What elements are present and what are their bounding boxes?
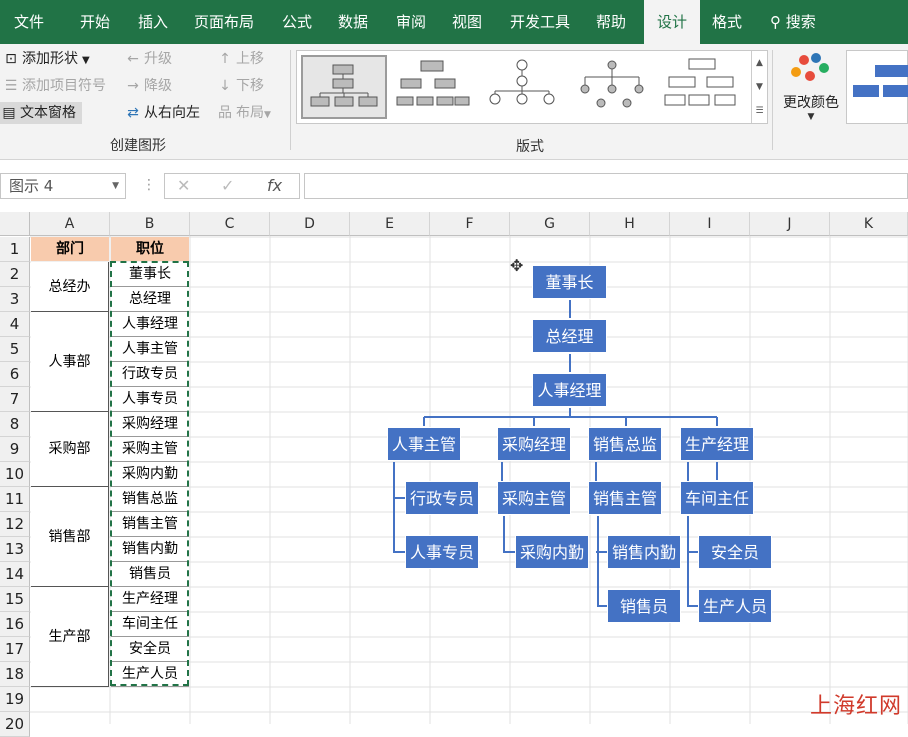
arrow-left-icon: ←: [124, 48, 142, 70]
tab-home[interactable]: 开始: [80, 0, 110, 44]
org-node-sales-clerk[interactable]: 销售内勤: [607, 535, 681, 569]
formula-bar: 图示 4 ▼ ⋮ ✕ ✓ fx: [0, 161, 908, 211]
drag-handle-icon[interactable]: ⋮: [142, 177, 156, 193]
group-divider: [772, 50, 773, 150]
org-node-production-manager[interactable]: 生产经理: [680, 427, 754, 461]
text-pane-button[interactable]: ▤文本窗格: [0, 102, 82, 124]
bullet-list-icon: ☰: [2, 75, 20, 97]
chevron-down-icon: ▼: [112, 174, 119, 198]
layout-button[interactable]: 品布局▼: [216, 102, 271, 124]
add-bullet-button[interactable]: ☰添加项目符号: [2, 75, 106, 97]
dot-hierarchy-icon: [571, 55, 653, 115]
circle-hierarchy-icon: [481, 55, 563, 115]
org-node-hr-specialist[interactable]: 人事专员: [405, 535, 479, 569]
search-icon: ⚲: [770, 13, 781, 31]
org-node-hr-supervisor[interactable]: 人事主管: [387, 427, 461, 461]
org-node-sales-director[interactable]: 销售总监: [588, 427, 662, 461]
org-chart-layout-icon: [303, 57, 385, 117]
chevron-down-icon: ▼: [780, 112, 842, 122]
org-node-admin-specialist[interactable]: 行政专员: [405, 481, 479, 515]
tab-search[interactable]: ⚲ 搜索: [770, 0, 816, 44]
group-label-layouts: 版式: [516, 136, 544, 156]
layout-option-half-circle[interactable]: [481, 55, 567, 119]
org-node-chairman[interactable]: 董事长: [532, 265, 607, 299]
tab-design[interactable]: 设计: [644, 0, 700, 44]
org-node-general-manager[interactable]: 总经理: [532, 319, 607, 353]
hierarchy-icon: 品: [216, 102, 234, 124]
scroll-down-icon[interactable]: ▼: [752, 75, 767, 99]
org-node-purchase-clerk[interactable]: 采购内勤: [515, 535, 589, 569]
cancel-icon[interactable]: ✕: [177, 174, 190, 198]
add-shape-icon: ⊡: [2, 48, 20, 70]
move-cursor-icon: ✥: [510, 256, 523, 275]
layout-option-name-title[interactable]: [391, 55, 477, 119]
tab-data[interactable]: 数据: [338, 0, 368, 44]
hierarchy-layout-icon: [391, 55, 473, 115]
tab-view[interactable]: 视图: [452, 0, 482, 44]
watermark: 上海红网: [810, 688, 902, 720]
scroll-up-icon[interactable]: ▲: [752, 51, 767, 75]
tab-file[interactable]: 文件: [14, 0, 44, 44]
org-node-purchase-manager[interactable]: 采购经理: [497, 427, 571, 461]
org-chart-connectors: [0, 212, 908, 724]
org-node-purchase-supervisor[interactable]: 采购主管: [497, 481, 571, 515]
layout-option-labeled[interactable]: [571, 55, 657, 119]
tab-page-layout[interactable]: 页面布局: [194, 0, 254, 44]
move-down-button[interactable]: ↓下移: [216, 75, 264, 97]
tab-formulas[interactable]: 公式: [282, 0, 312, 44]
ribbon-tabs: 文件 开始 插入 页面布局 公式 数据 审阅 视图 开发工具 帮助 设计 格式 …: [0, 0, 908, 44]
org-node-hr-manager[interactable]: 人事经理: [532, 373, 607, 407]
layout-gallery: ▲ ▼ ☰: [296, 50, 768, 124]
tab-insert[interactable]: 插入: [138, 0, 168, 44]
chevron-down-icon: ▼: [264, 110, 271, 120]
arrow-up-icon: ↑: [216, 48, 234, 70]
tab-format[interactable]: 格式: [712, 0, 742, 44]
text-pane-icon: ▤: [0, 102, 18, 124]
layout-option-org-chart[interactable]: [301, 55, 387, 119]
tab-developer[interactable]: 开发工具: [510, 0, 570, 44]
tab-help[interactable]: 帮助: [596, 0, 626, 44]
swap-arrows-icon: ⇄: [124, 102, 142, 124]
gallery-scroll[interactable]: ▲ ▼ ☰: [751, 51, 767, 123]
add-shape-button[interactable]: ⊡添加形状▼: [2, 48, 90, 70]
table-hierarchy-icon: [661, 55, 743, 115]
arrow-right-icon: →: [124, 75, 142, 97]
formula-input[interactable]: [304, 173, 908, 199]
promote-button[interactable]: ←升级: [124, 48, 172, 70]
org-node-sales-supervisor[interactable]: 销售主管: [588, 481, 662, 515]
org-node-safety-officer[interactable]: 安全员: [698, 535, 772, 569]
arrow-down-icon: ↓: [216, 75, 234, 97]
gallery-more-icon[interactable]: ☰: [752, 99, 767, 123]
insert-function-icon[interactable]: fx: [267, 174, 282, 198]
change-colors-button[interactable]: 更改颜色 ▼: [780, 48, 842, 128]
org-node-workshop-director[interactable]: 车间主任: [680, 481, 754, 515]
org-node-production-worker[interactable]: 生产人员: [698, 589, 772, 623]
worksheet-grid[interactable]: ABCDEFGHIJK 1234567891011121314151617181…: [0, 212, 908, 724]
demote-button[interactable]: →降级: [124, 75, 172, 97]
palette-icon: [780, 48, 842, 88]
right-to-left-button[interactable]: ⇄从右向左: [124, 102, 200, 124]
formula-buttons: ✕ ✓ fx: [164, 173, 300, 199]
group-divider: [290, 50, 291, 150]
name-box[interactable]: 图示 4 ▼: [0, 173, 126, 199]
enter-icon[interactable]: ✓: [221, 174, 234, 198]
group-label-create: 创建图形: [110, 135, 166, 155]
chevron-down-icon: ▼: [82, 55, 90, 66]
tab-review[interactable]: 审阅: [396, 0, 426, 44]
smartart-style-preview[interactable]: [846, 50, 908, 124]
move-up-button[interactable]: ↑上移: [216, 48, 264, 70]
layout-option-table-hierarchy[interactable]: [661, 55, 747, 119]
org-node-sales-rep[interactable]: 销售员: [607, 589, 681, 623]
